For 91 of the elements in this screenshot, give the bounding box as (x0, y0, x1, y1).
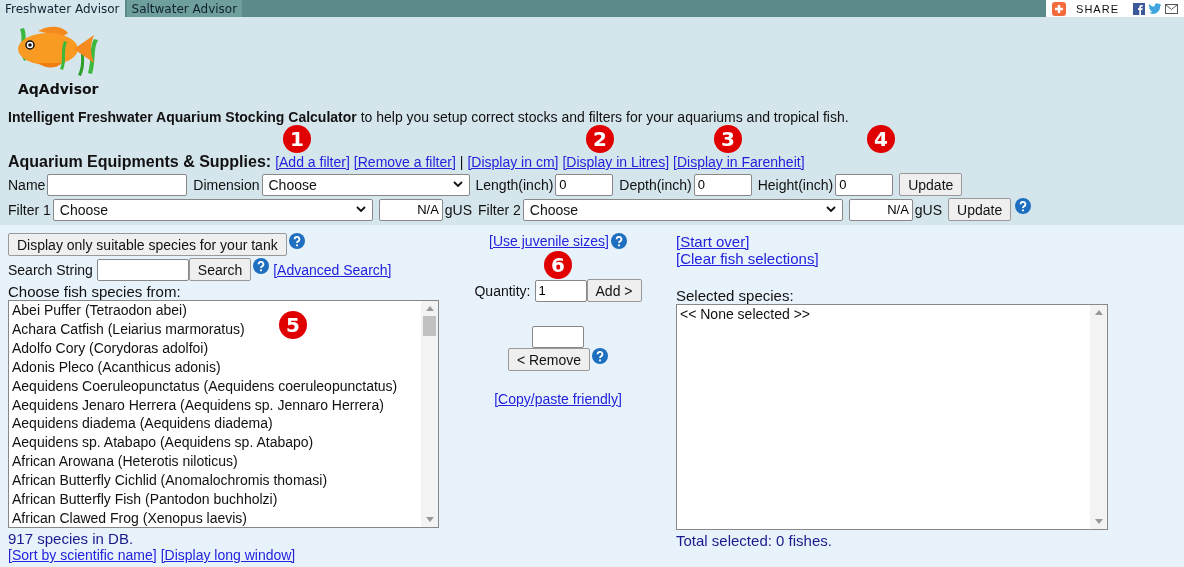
species-option[interactable]: African Clawed Frog (Xenopus laevis) (12, 508, 247, 527)
name-field[interactable] (47, 173, 188, 196)
species-option[interactable]: African Butterfly Cichlid (Anomalochromis thomasi) (12, 471, 328, 491)
scroll-down-icon[interactable] (1094, 519, 1103, 524)
share-label[interactable]: SHARE (1076, 2, 1119, 15)
field-label: Name (8, 176, 46, 193)
step-marker: 3 (714, 125, 742, 153)
scrollbar[interactable] (421, 301, 438, 527)
step-marker: 6 (544, 251, 572, 279)
species-option[interactable]: Achara Catfish (Leiarius marmoratus) (12, 319, 245, 339)
selected-species-listbox[interactable]: << None selected >> (676, 304, 1108, 530)
unit-label: gUS (444, 201, 473, 218)
step-marker: 1 (283, 125, 311, 153)
link[interactable]: [Display long window] (160, 547, 296, 563)
help-icon[interactable] (288, 233, 305, 249)
species-option[interactable]: Aequidens diadema (Aequidens diadema) (12, 414, 273, 434)
scroll-up-icon[interactable] (1094, 310, 1103, 315)
quantity-label: Quantity: (474, 282, 531, 299)
scrollbar[interactable] (1090, 305, 1107, 529)
field-label: Length(inch) (475, 176, 554, 193)
suitable-species-button[interactable]: Display only suitable species for your tank (8, 233, 287, 256)
capacity-field[interactable]: N/A (378, 198, 443, 221)
species-option[interactable]: Adolfo Cory (Corydoras adolfoi) (12, 338, 209, 358)
chevron-icon (355, 206, 366, 213)
help-icon[interactable] (1015, 198, 1032, 214)
help-icon[interactable] (592, 348, 609, 364)
update-button[interactable]: Update (948, 198, 1012, 221)
intro-text: Intelligent Freshwater Aquarium Stocking Calculator to help you setup correct stocks and filters for your aquariums and tropical fish. (8, 109, 850, 125)
selected-option[interactable]: << None selected >> (680, 305, 810, 324)
chevron-icon (825, 206, 836, 213)
step-marker: 4 (867, 125, 895, 153)
scroll-thumb[interactable] (423, 316, 436, 336)
remove-button[interactable]: < Remove (507, 348, 591, 371)
filter-dropdown[interactable]: Choose (52, 198, 373, 221)
help-icon[interactable] (253, 258, 270, 274)
field-label: Height(inch) (757, 176, 834, 193)
section-heading: Aquarium Equipments & Supplies: (8, 153, 272, 171)
link[interactable]: [Remove a filter] (353, 154, 456, 170)
scroll-down-icon[interactable] (425, 517, 434, 522)
list-label: Selected species: (676, 287, 794, 304)
bird-icon[interactable] (1149, 3, 1161, 14)
quantity-field[interactable]: 1 (534, 279, 587, 302)
facebook-icon[interactable] (1133, 2, 1145, 15)
step-marker: 2 (586, 125, 614, 153)
update-button[interactable]: Update (899, 173, 963, 196)
plus-icon[interactable] (1052, 1, 1067, 16)
field-label: Filter 1 (8, 201, 51, 218)
species-option[interactable]: Aequidens Coeruleopunctatus (Aequidens coeruleopunctatus) (12, 376, 398, 396)
link[interactable]: [Sort by scientific name] (8, 547, 157, 563)
link[interactable]: [Display in cm] (467, 154, 559, 170)
logo-text: AqAdvisor (18, 81, 99, 97)
species-option[interactable]: African Butterfly Fish (Pantodon buchholzi) (12, 490, 278, 509)
copy-paste-link[interactable]: [Copy/paste friendly] (494, 391, 622, 407)
separator: | (459, 154, 464, 170)
add-button[interactable]: Add > (586, 279, 642, 302)
search-field[interactable] (96, 258, 189, 281)
scroll-up-icon[interactable] (425, 306, 434, 311)
species-listbox[interactable] (8, 300, 439, 528)
species-option[interactable]: Adonis Pleco (Acanthicus adonis) (12, 357, 221, 377)
field-label: Depth(inch) (619, 176, 692, 193)
total-selected: Total selected: 0 fishes. (676, 532, 832, 549)
dimension-field[interactable]: 0 (835, 173, 894, 196)
search-label: Search String (8, 261, 93, 278)
link[interactable]: [Clear fish selections] (676, 250, 819, 267)
chevron-icon (452, 181, 463, 188)
species-option[interactable]: African Arowana (Heterotis niloticus) (12, 452, 238, 472)
step-marker: 5 (279, 311, 307, 339)
unit-label: gUS (914, 201, 943, 218)
species-option[interactable]: Aequidens sp. Atabapo (Aequidens sp. Atabapo) (12, 433, 314, 453)
capacity-field[interactable]: N/A (848, 198, 913, 221)
dimension-field[interactable]: 0 (693, 173, 752, 196)
species-count: 917 species in DB. (8, 530, 135, 547)
juvenile-sizes-link[interactable]: [Use juvenile sizes] (489, 233, 609, 249)
species-option[interactable]: Aequidens Jenaro Herrera (Aequidens sp. Jennaro Herrera) (12, 395, 384, 415)
filter-dropdown[interactable]: Choose (522, 198, 843, 221)
mail-icon[interactable] (1165, 3, 1178, 14)
link[interactable]: [Display in Litres] (562, 154, 670, 170)
remove-quantity-field[interactable] (532, 326, 584, 348)
dimension-dropdown[interactable]: Choose (261, 173, 470, 196)
field-label: Filter 2 (478, 201, 521, 218)
help-icon[interactable] (610, 233, 627, 249)
tab[interactable]: Freshwater Advisor (0, 0, 125, 17)
link[interactable]: [Add a filter] (275, 154, 350, 170)
link[interactable]: [Start over] (676, 233, 750, 250)
species-option[interactable]: Abei Puffer (Tetraodon abei) (12, 301, 187, 320)
advanced-search-link[interactable]: [Advanced Search] (273, 261, 392, 278)
field-label: Dimension (193, 176, 260, 193)
tab[interactable]: Saltwater Advisor (126, 0, 243, 17)
link[interactable]: [Display in Farenheit] (673, 154, 805, 170)
dimension-field[interactable]: 0 (555, 173, 614, 196)
search-button[interactable]: Search (188, 258, 252, 281)
